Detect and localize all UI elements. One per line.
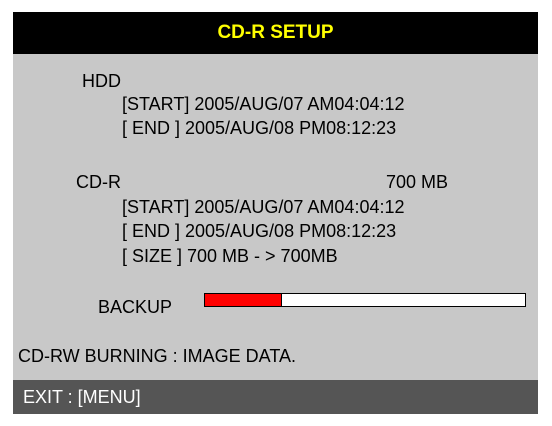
cdr-start-time: [START] 2005/AUG/07 AM04:04:12 [122, 197, 405, 217]
hdd-label: HDD [82, 71, 121, 91]
hdd-start-time: [START] 2005/AUG/07 AM04:04:12 [122, 94, 405, 114]
cdr-capacity: 700 MB [386, 172, 449, 192]
backup-progress-fill [205, 294, 282, 306]
cdr-size: [ SIZE ] 700 MB - > 700MB [122, 246, 338, 266]
cdr-label: CD-R [76, 172, 121, 192]
backup-progress-bar [204, 293, 526, 307]
cdr-end-time: [ END ] 2005/AUG/08 PM08:12:23 [122, 221, 397, 241]
dialog-title: CD-R SETUP [13, 12, 538, 54]
backup-label: BACKUP [98, 297, 173, 317]
exit-hint[interactable]: EXIT : [MENU] [13, 387, 141, 407]
cd-r-setup-dialog: CD-R SETUP HDD [START] 2005/AUG/07 AM04:… [0, 0, 552, 426]
footer-bar: EXIT : [MENU] [13, 380, 538, 414]
hdd-end-time: [ END ] 2005/AUG/08 PM08:12:23 [122, 118, 397, 138]
status-message: CD-RW BURNING : IMAGE DATA. [18, 346, 297, 366]
